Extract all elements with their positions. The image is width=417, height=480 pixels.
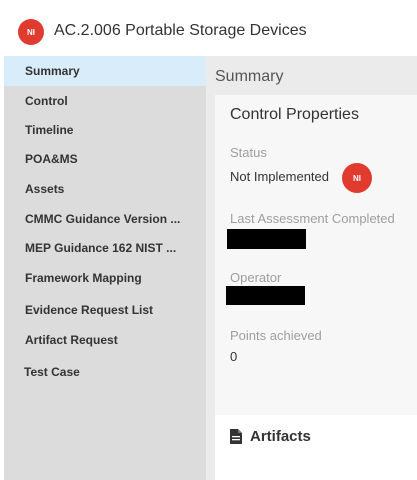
card-title: Control Properties: [230, 106, 359, 123]
sidebar-item-timeline[interactable]: Timeline: [4, 115, 206, 145]
points-value: 0: [230, 349, 238, 364]
sidebar: Summary Control Timeline POA&MS Assets C…: [4, 56, 206, 480]
sidebar-item-cmmc-guidance[interactable]: CMMC Guidance Version ...: [4, 204, 206, 234]
page-title: AC.2.006 Portable Storage Devices: [54, 22, 307, 39]
points-label: Points achieved: [230, 328, 322, 343]
redacted-last-assessment: [227, 229, 306, 249]
sidebar-item-control[interactable]: Control: [4, 86, 206, 116]
sidebar-item-evidence-request-list[interactable]: Evidence Request List: [4, 295, 206, 325]
last-assessment-label: Last Assessment Completed: [230, 211, 395, 226]
document-icon: [230, 429, 242, 444]
status-badge: NI: [342, 163, 372, 193]
artifacts-title: Artifacts: [250, 428, 311, 445]
sidebar-item-summary[interactable]: Summary: [4, 56, 206, 86]
control-properties-card: Control Properties Status Not Implemente…: [215, 95, 417, 449]
sidebar-item-mep-guidance[interactable]: MEP Guidance 162 NIST ...: [4, 233, 206, 263]
main-content: Summary Control Properties Status Not Im…: [206, 56, 417, 480]
sidebar-item-artifact-request[interactable]: Artifact Request: [4, 325, 206, 355]
status-value: Not Implemented: [230, 169, 329, 184]
status-label: Status: [230, 145, 267, 160]
redacted-operator: [226, 286, 305, 305]
sidebar-item-framework-mapping[interactable]: Framework Mapping: [4, 263, 206, 293]
page-header: NI AC.2.006 Portable Storage Devices: [0, 0, 417, 60]
section-title: Summary: [215, 68, 284, 85]
operator-label: Operator: [230, 270, 282, 285]
sidebar-item-assets[interactable]: Assets: [4, 174, 206, 204]
sidebar-item-poams[interactable]: POA&MS: [4, 144, 206, 174]
sidebar-item-test-case[interactable]: Test Case: [4, 357, 206, 387]
status-badge-header: NI: [18, 19, 44, 45]
artifacts-panel: Artifacts: [215, 415, 417, 480]
